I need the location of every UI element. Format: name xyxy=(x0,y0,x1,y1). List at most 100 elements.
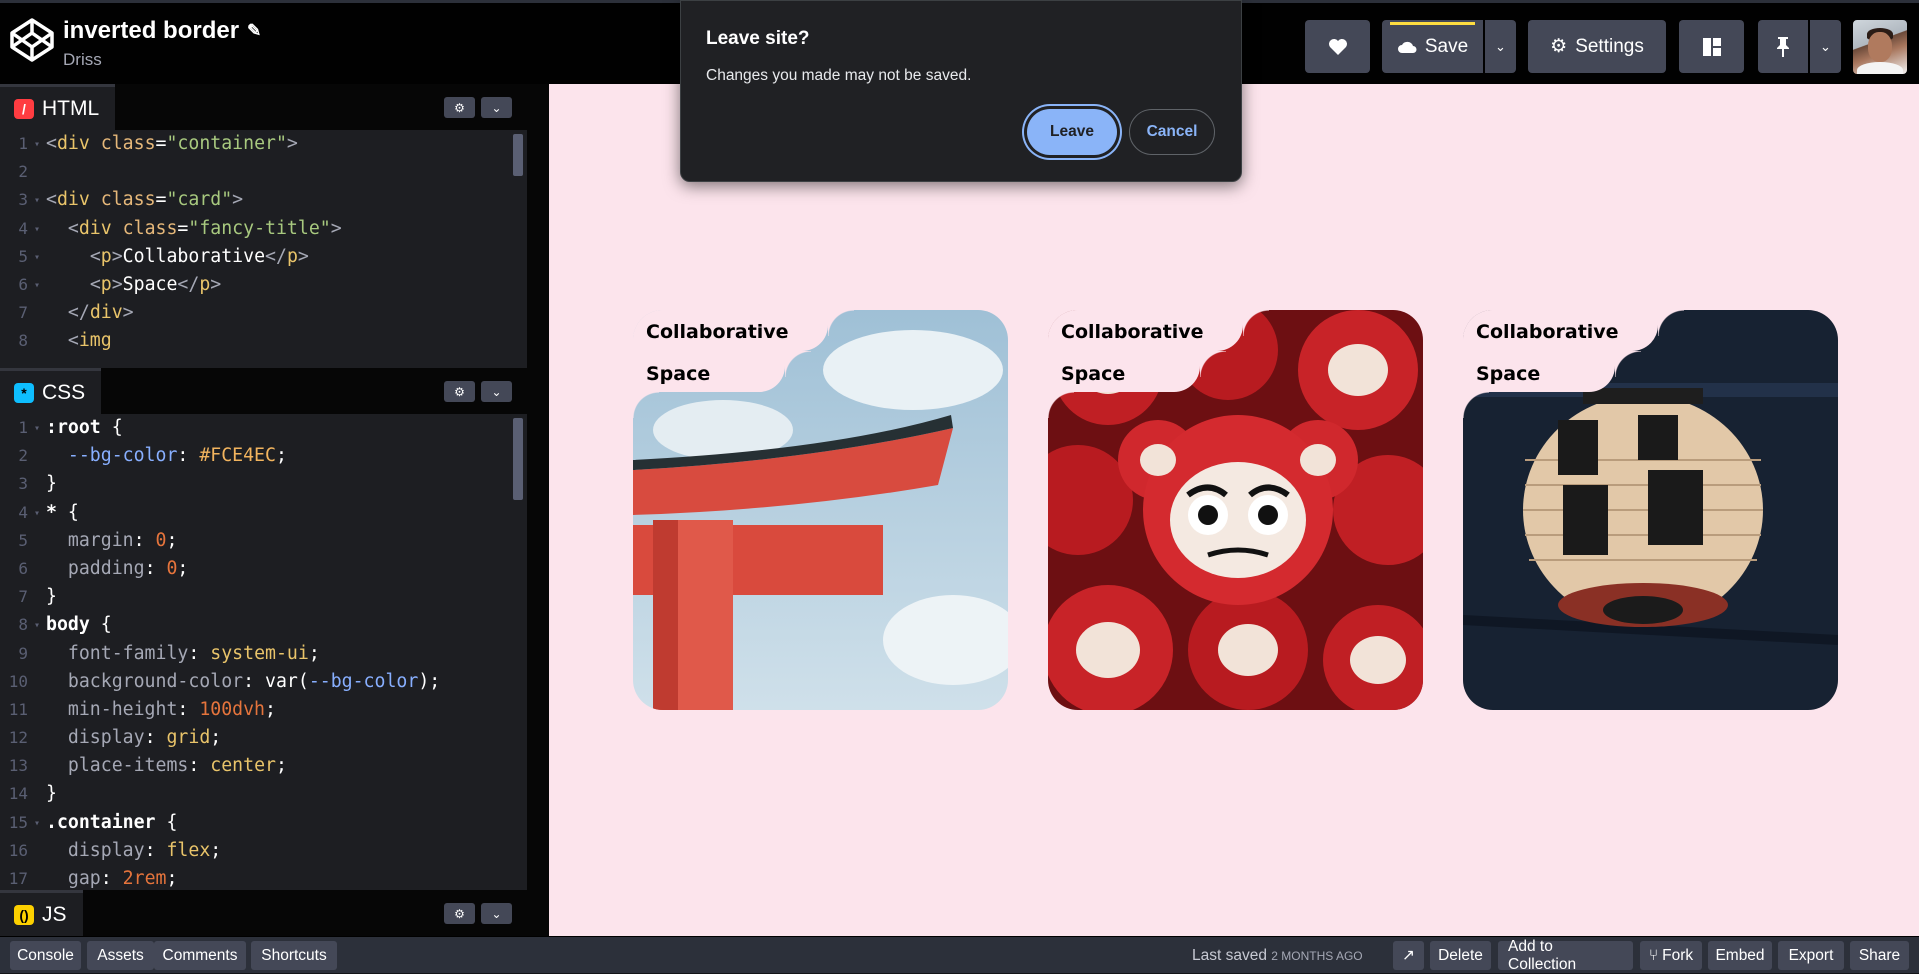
fold-arrow-icon[interactable]: ▾ xyxy=(34,186,46,214)
css-editor-header: * CSS ⚙ ⌄ xyxy=(0,368,527,414)
fold-gutter xyxy=(34,640,46,668)
share-button[interactable]: Share xyxy=(1850,941,1909,970)
code-line[interactable]: 1 ▾:root { xyxy=(0,414,527,442)
pin-button[interactable] xyxy=(1758,20,1808,73)
pen-author[interactable]: Driss xyxy=(63,50,261,70)
change-view-button[interactable] xyxy=(1679,20,1744,73)
leave-button[interactable]: Leave xyxy=(1027,109,1117,155)
html-scrollbar[interactable] xyxy=(513,134,523,176)
code-line[interactable]: 15 ▾ .container { xyxy=(0,809,527,837)
code-line[interactable]: 8 <img xyxy=(0,327,527,355)
css-scrollbar[interactable] xyxy=(513,418,523,500)
line-number: 1 xyxy=(18,418,28,437)
gear-icon: ⚙ xyxy=(454,100,465,115)
code-line[interactable]: 5 margin: 0; xyxy=(0,527,527,555)
css-settings-button[interactable]: ⚙ xyxy=(444,381,475,402)
code-line[interactable]: 2 --bg-color: #FCE4EC; xyxy=(0,442,527,470)
embed-button[interactable]: Embed xyxy=(1708,941,1772,970)
code-line[interactable]: 2 xyxy=(0,158,527,186)
fold-arrow-icon[interactable]: ▾ xyxy=(34,611,46,639)
code-line[interactable]: 11 min-height: 100dvh; xyxy=(0,696,527,724)
fold-arrow-icon[interactable]: ▾ xyxy=(34,215,46,243)
pin-options-button[interactable]: ⌄ xyxy=(1810,20,1841,73)
code-line[interactable]: 7 </div> xyxy=(0,299,527,327)
inverted-corner xyxy=(1200,351,1226,377)
line-number: 8 xyxy=(18,615,28,635)
code-line[interactable]: 5 ▾ <p>Collaborative</p> xyxy=(0,243,527,271)
love-button[interactable] xyxy=(1305,20,1370,73)
code-line[interactable]: 7} xyxy=(0,583,527,611)
code-line[interactable]: 1 ▾ <div class="container"> xyxy=(0,130,527,158)
line-number: 7 xyxy=(18,587,28,607)
last-saved-time: 2 months ago xyxy=(1271,949,1363,963)
shortcuts-button[interactable]: Shortcuts xyxy=(251,941,337,970)
resize-handle[interactable] xyxy=(527,84,549,936)
css-collapse-button[interactable]: ⌄ xyxy=(481,381,512,402)
code-text: <div class="fancy-title"> xyxy=(67,217,342,239)
line-number: 5 xyxy=(18,246,28,266)
tab-html-label: HTML xyxy=(42,96,100,120)
fancy-title-line2: Space xyxy=(646,363,711,385)
fold-gutter xyxy=(34,696,46,724)
html-settings-button[interactable]: ⚙ xyxy=(444,97,475,118)
code-line[interactable]: 4 ▾ <div class="fancy-title"> xyxy=(0,215,527,243)
last-saved-label: Last saved xyxy=(1192,947,1267,964)
code-line[interactable]: 17 gap: 2rem; xyxy=(0,865,527,890)
line-number: 3 xyxy=(18,190,28,210)
fold-gutter xyxy=(34,724,46,752)
code-line[interactable]: 13 place-items: center; xyxy=(0,752,527,780)
save-button[interactable]: Save xyxy=(1382,20,1483,73)
fold-arrow-icon[interactable]: ▾ xyxy=(34,414,46,442)
tab-html[interactable]: / HTML xyxy=(0,84,116,130)
cloud-icon xyxy=(1397,41,1417,53)
codepen-logo-icon[interactable] xyxy=(9,17,55,63)
dialog-message: Changes you made may not be saved. xyxy=(706,67,972,84)
code-line[interactable]: 9 font-family: system-ui; xyxy=(0,640,527,668)
console-button[interactable]: Console xyxy=(10,941,81,970)
code-line[interactable]: 10 background-color: var(--bg-color); xyxy=(0,668,527,696)
html-code-editor[interactable]: 1 ▾ <div class="container"> 2 3 ▾ <div class="… xyxy=(0,130,527,368)
js-settings-button[interactable]: ⚙ xyxy=(444,903,475,924)
fork-button[interactable]: ⑂ Fork xyxy=(1640,941,1702,970)
code-line[interactable]: 3 ▾ <div class="card"> xyxy=(0,186,527,214)
html-collapse-button[interactable]: ⌄ xyxy=(481,97,512,118)
fold-gutter xyxy=(34,470,46,498)
tab-js-label: JS xyxy=(42,902,67,926)
css-code-editor[interactable]: 1 ▾:root {2 --bg-color: #FCE4EC; 3} 4 ▾ * {5 … xyxy=(0,414,527,890)
save-options-button[interactable]: ⌄ xyxy=(1485,20,1516,73)
tab-css-label: CSS xyxy=(42,380,86,404)
code-line[interactable]: 12 display: grid; xyxy=(0,724,527,752)
fold-arrow-icon[interactable]: ▾ xyxy=(34,271,46,299)
fold-arrow-icon[interactable]: ▾ xyxy=(34,130,46,158)
code-line[interactable]: 14} xyxy=(0,780,527,808)
code-line[interactable]: 8 ▾ body { xyxy=(0,611,527,639)
avatar[interactable] xyxy=(1853,20,1907,74)
assets-button[interactable]: Assets xyxy=(87,941,154,970)
pen-title-text[interactable]: inverted border xyxy=(63,17,239,45)
fold-arrow-icon[interactable]: ▾ xyxy=(34,243,46,271)
cancel-button[interactable]: Cancel xyxy=(1129,109,1215,155)
code-text: </div> xyxy=(67,302,134,324)
preview-pane[interactable]: Collaborative Space Collaborative Space … xyxy=(549,84,1919,936)
code-line[interactable]: 16 display: flex; xyxy=(0,837,527,865)
settings-button[interactable]: ⚙ Settings xyxy=(1528,20,1666,73)
open-external-button[interactable]: ↗ xyxy=(1393,941,1424,970)
js-collapse-button[interactable]: ⌄ xyxy=(481,903,512,924)
code-line[interactable]: 3} xyxy=(0,470,527,498)
line-number: 12 xyxy=(8,728,28,748)
code-line[interactable]: 6 ▾ <p>Space</p> xyxy=(0,271,527,299)
add-to-collection-button[interactable]: Add to Collection xyxy=(1498,938,1633,973)
comments-button[interactable]: Comments xyxy=(154,941,246,970)
fold-arrow-icon[interactable]: ▾ xyxy=(34,499,46,527)
tab-js[interactable]: () JS xyxy=(0,890,83,936)
delete-button[interactable]: Delete xyxy=(1430,941,1491,970)
export-button[interactable]: Export xyxy=(1778,941,1844,970)
pen-title[interactable]: inverted border ✎ xyxy=(63,17,261,45)
js-badge-icon: () xyxy=(14,904,34,925)
code-line[interactable]: 6 padding: 0; xyxy=(0,555,527,583)
code-line[interactable]: 4 ▾ * { xyxy=(0,499,527,527)
inverted-corner xyxy=(1615,351,1641,377)
tab-css[interactable]: * CSS xyxy=(0,368,102,414)
pencil-icon[interactable]: ✎ xyxy=(247,21,261,41)
fold-arrow-icon[interactable]: ▾ xyxy=(34,809,46,837)
